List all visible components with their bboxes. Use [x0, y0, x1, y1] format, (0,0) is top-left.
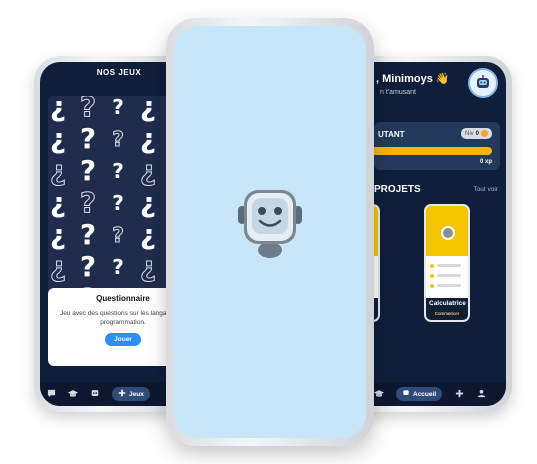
question-mark-glyph: ¿: [139, 218, 157, 251]
question-mark-glyph: ?: [79, 154, 97, 187]
graduation-cap-icon[interactable]: [374, 389, 384, 400]
level-value: 0: [475, 130, 479, 137]
play-button[interactable]: Jouer: [105, 333, 141, 346]
xp-progress-bar: [374, 147, 492, 155]
graduation-cap-icon[interactable]: [68, 389, 78, 400]
question-mark-glyph: ?: [79, 218, 97, 251]
question-mark-glyph: ?: [112, 159, 124, 183]
nav-label-home: Accueil: [413, 390, 437, 398]
coin-icon: [481, 130, 488, 137]
placeholder-line: [437, 264, 461, 267]
question-mark-glyph: ?: [79, 122, 97, 155]
center-phone: [166, 18, 374, 446]
question-mark-glyph: ¿: [139, 122, 157, 155]
bullet-dot: [430, 274, 434, 278]
bullet-dot: [430, 284, 434, 288]
level-label: UTANT: [378, 130, 405, 139]
see-all-link[interactable]: Tout voir: [473, 186, 498, 193]
placeholder-line: [437, 274, 461, 277]
robot-avatar-icon: [477, 75, 489, 88]
question-mark-glyph: ¿: [49, 250, 67, 283]
gamepad-icon: [118, 389, 126, 399]
splash-screen: [174, 26, 366, 438]
question-mark-glyph: ?: [112, 96, 124, 119]
question-mark-glyph: ?: [79, 186, 97, 219]
chat-icon[interactable]: [46, 389, 56, 400]
greeting-subtitle: n t'amusant: [380, 89, 416, 96]
user-icon[interactable]: [476, 389, 486, 400]
question-mark-glyph: ?: [112, 255, 124, 279]
nav-item-home[interactable]: Accueil: [396, 387, 443, 401]
question-mark-glyph: ¿: [49, 96, 67, 123]
avatar[interactable]: [468, 68, 498, 98]
project-name: Calculatrice: [429, 300, 466, 307]
question-mark-glyph: ¿: [139, 96, 157, 123]
question-mark-glyph: ¿: [49, 154, 67, 187]
question-mark-glyph: ¿: [49, 218, 67, 251]
robot-icon: [402, 389, 410, 399]
question-mark-glyph: ¿: [49, 122, 67, 155]
greeting: , Minimoys 👋: [376, 73, 450, 85]
bullet-dot: [430, 264, 434, 268]
xp-text: 0 xp: [479, 159, 492, 165]
question-mark-glyph: ¿: [139, 186, 157, 219]
project-label: Calculatrice Commencer: [426, 298, 468, 320]
projects-title: PROJETS: [374, 184, 421, 195]
robot-logo-icon: [238, 190, 302, 258]
question-mark-glyph: ¿: [139, 154, 157, 187]
project-avatar: [441, 226, 455, 240]
project-card-calculator[interactable]: Calculatrice Commencer: [424, 204, 470, 322]
gamepad-icon[interactable]: [454, 389, 464, 400]
question-mark-glyph: ?: [79, 250, 97, 283]
question-mark-glyph: ?: [112, 191, 124, 215]
placeholder-line: [437, 284, 461, 287]
start-button[interactable]: Commencer: [430, 310, 464, 317]
nav-item-games[interactable]: Jeux: [112, 387, 150, 401]
level-prefix: Niv: [464, 130, 474, 137]
level-badge: Niv 0: [460, 128, 492, 139]
nav-label-games: Jeux: [129, 390, 144, 398]
question-mark-glyph: ?: [79, 96, 97, 123]
question-mark-glyph: ?: [112, 127, 125, 152]
robot-icon[interactable]: [90, 389, 100, 400]
question-mark-glyph: ¿: [49, 186, 67, 219]
question-mark-glyph: ¿: [139, 250, 157, 283]
level-card: UTANT Niv 0 0 xp: [374, 122, 500, 170]
question-mark-glyph: ?: [112, 223, 125, 248]
